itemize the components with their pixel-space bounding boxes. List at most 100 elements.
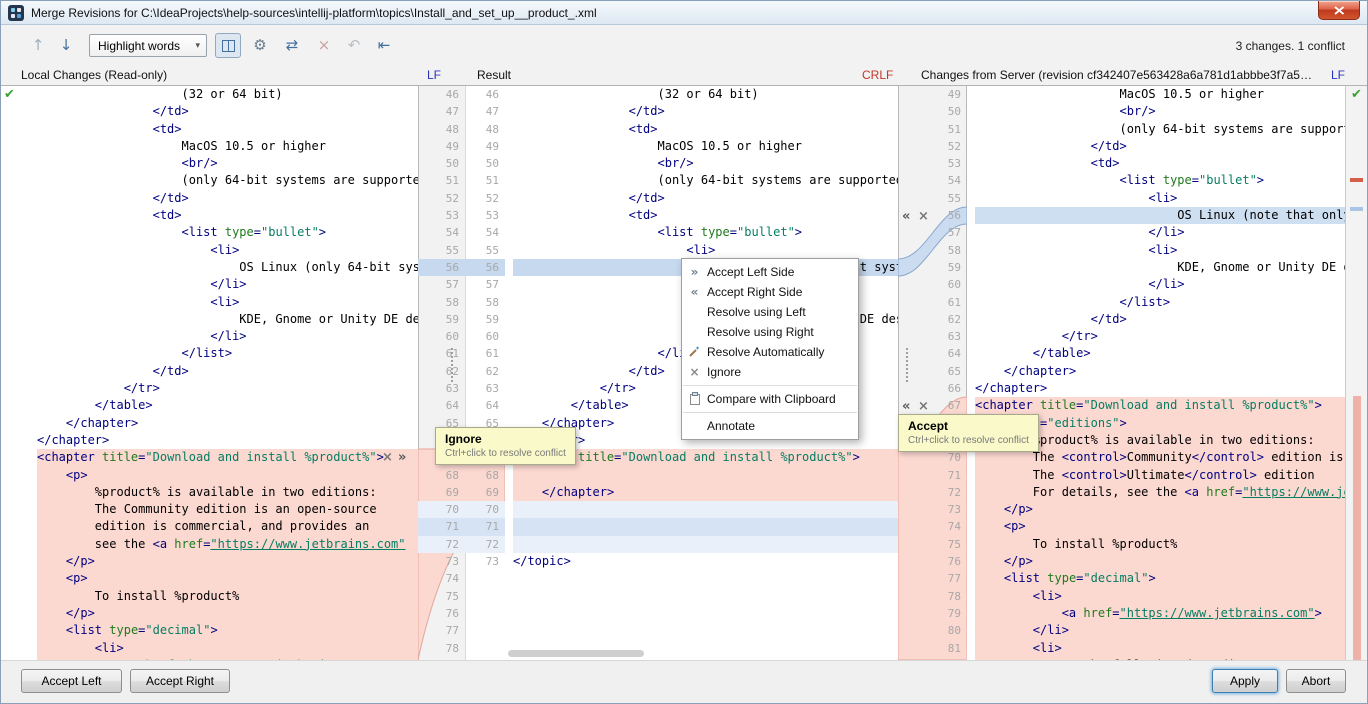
code-line[interactable]: KDE, Gnome or Unity DE desktop: [975, 259, 1345, 276]
code-line[interactable]: <li>: [513, 242, 898, 259]
apply-button[interactable]: Apply: [1212, 669, 1278, 693]
code-line[interactable]: </td>: [513, 103, 898, 120]
code-line[interactable]: <chapter title="Download and install %pr…: [37, 449, 418, 466]
code-line[interactable]: [513, 501, 898, 518]
code-line[interactable]: <chapter title="Download and install %pr…: [975, 397, 1345, 414]
code-line[interactable]: <br/>: [513, 155, 898, 172]
code-line[interactable]: OS Linux (only 64-bit systems are suppor…: [37, 259, 418, 276]
code-line[interactable]: </p>: [37, 553, 418, 570]
code-line[interactable]: MacOS 10.5 or higher: [975, 86, 1345, 103]
change-stripe-mark[interactable]: [1350, 207, 1363, 211]
next-change-button[interactable]: ↓: [53, 33, 79, 58]
code-line[interactable]: <td>: [37, 121, 418, 138]
code-line[interactable]: <list type="decimal">: [975, 570, 1345, 587]
code-line[interactable]: MacOS 10.5 or higher: [513, 138, 898, 155]
code-line[interactable]: <br/>: [975, 103, 1345, 120]
code-line[interactable]: </chapter>: [37, 432, 418, 449]
accept-right-change-marker-icon[interactable]: «: [902, 208, 910, 225]
code-line[interactable]: </table>: [975, 345, 1345, 362]
code-line[interactable]: To install %product%: [37, 588, 418, 605]
ignore-change-marker-icon[interactable]: ×: [918, 398, 929, 415]
menu-item-resolve-using-left[interactable]: Resolve using Left: [682, 302, 858, 322]
code-line[interactable]: KDE, Gnome or Unity DE desktop: [37, 311, 418, 328]
code-line[interactable]: <td>: [975, 155, 1345, 172]
code-line[interactable]: <li>: [37, 242, 418, 259]
code-line[interactable]: <li>: [37, 640, 418, 657]
close-button[interactable]: [1318, 1, 1360, 20]
code-line[interactable]: <br/>: [37, 155, 418, 172]
code-line[interactable]: To install %product%: [975, 536, 1345, 553]
menu-item-annotate[interactable]: Annotate: [682, 416, 858, 436]
code-line[interactable]: </p>: [975, 553, 1345, 570]
highlight-mode-select[interactable]: Highlight words ▾: [89, 34, 207, 57]
code-line[interactable]: </li>: [975, 224, 1345, 241]
local-changes-editor[interactable]: (32 or 64 bit) </td> <td> MacOS 10.5 or …: [19, 86, 418, 660]
code-line[interactable]: </tr>: [37, 380, 418, 397]
change-stripe-mark[interactable]: [1350, 178, 1363, 182]
conflict-stripe-mark[interactable]: [1353, 396, 1361, 660]
code-line[interactable]: </p>: [37, 605, 418, 622]
code-line[interactable]: </li>: [975, 622, 1345, 639]
code-line[interactable]: <list type="bullet">: [37, 224, 418, 241]
code-line[interactable]: (only 64-bit systems are supported): [975, 121, 1345, 138]
code-line[interactable]: </li>: [975, 276, 1345, 293]
code-line[interactable]: </li>: [37, 276, 418, 293]
code-line[interactable]: </td>: [37, 363, 418, 380]
revert-button[interactable]: ↶: [341, 33, 367, 58]
code-line[interactable]: <list type="bullet">: [513, 224, 898, 241]
menu-item-ignore[interactable]: ×Ignore: [682, 362, 858, 382]
accept-left-change-marker-icon[interactable]: »: [398, 449, 406, 466]
apply-non-conflicting-button[interactable]: ×: [311, 33, 337, 58]
ignore-change-marker-icon[interactable]: ×: [382, 449, 393, 466]
code-line[interactable]: <p>: [37, 467, 418, 484]
code-line[interactable]: edition is commercial, and provides an: [37, 518, 418, 535]
code-line[interactable]: <td>: [513, 121, 898, 138]
code-line[interactable]: <td>: [37, 207, 418, 224]
accept-right-button[interactable]: Accept Right: [130, 669, 230, 693]
code-line[interactable]: </td>: [37, 190, 418, 207]
horizontal-scrollbar[interactable]: [508, 650, 644, 657]
code-line[interactable]: </td>: [513, 190, 898, 207]
code-line[interactable]: <li>: [975, 588, 1345, 605]
code-line[interactable]: </table>: [37, 397, 418, 414]
code-line[interactable]: <list type="bullet">: [975, 172, 1345, 189]
code-line[interactable]: <a href="https://www.jetbrains.com">: [975, 605, 1345, 622]
code-line[interactable]: </chapter>: [513, 484, 898, 501]
ignore-change-marker-icon[interactable]: ×: [918, 208, 929, 225]
code-line[interactable]: For details, see the <a href="https://ww…: [975, 484, 1345, 501]
code-line[interactable]: (32 or 64 bit): [37, 86, 418, 103]
code-line[interactable]: <p>: [975, 518, 1345, 535]
code-line[interactable]: </td>: [975, 311, 1345, 328]
code-line[interactable]: (32 or 64 bit): [513, 86, 898, 103]
code-line[interactable]: </chapter>: [37, 415, 418, 432]
code-line[interactable]: (only 64-bit systems are supported): [37, 172, 418, 189]
code-line[interactable]: </list>: [975, 294, 1345, 311]
code-line[interactable]: <li>: [975, 242, 1345, 259]
error-stripe-scrollbar[interactable]: ✔: [1345, 86, 1368, 660]
code-line[interactable]: %product% is available in two editions:: [37, 484, 418, 501]
menu-item-accept-right-side[interactable]: «Accept Right Side: [682, 282, 858, 302]
code-line[interactable]: [513, 467, 898, 484]
code-line[interactable]: <li>: [975, 640, 1345, 657]
code-line[interactable]: <li>: [37, 294, 418, 311]
menu-item-compare-with-clipboard[interactable]: Compare with Clipboard: [682, 389, 858, 409]
code-line[interactable]: OS Linux (note that only 64-bit systems …: [975, 207, 1345, 224]
abort-button[interactable]: Abort: [1286, 669, 1346, 693]
accept-left-button[interactable]: Accept Left: [21, 669, 122, 693]
code-line[interactable]: <td>: [513, 207, 898, 224]
code-line[interactable]: </tr>: [975, 328, 1345, 345]
code-line[interactable]: </p>: [975, 501, 1345, 518]
menu-item-resolve-using-right[interactable]: Resolve using Right: [682, 322, 858, 342]
code-line[interactable]: </list>: [37, 345, 418, 362]
prev-change-button[interactable]: ↑: [25, 33, 51, 58]
code-line[interactable]: <p>: [37, 570, 418, 587]
server-changes-editor[interactable]: MacOS 10.5 or higher <br/> (only 64-bit …: [967, 86, 1345, 660]
code-line[interactable]: (only 64-bit systems are supported): [513, 172, 898, 189]
code-line[interactable]: [513, 518, 898, 535]
code-line[interactable]: see the <a href="https://www.jetbrains.c…: [37, 536, 418, 553]
code-line[interactable]: </topic>: [513, 553, 898, 570]
settings-button[interactable]: ⚙: [247, 33, 273, 58]
code-line[interactable]: [513, 536, 898, 553]
goto-change-button[interactable]: ⇤: [371, 33, 397, 58]
code-line[interactable]: MacOS 10.5 or higher: [37, 138, 418, 155]
